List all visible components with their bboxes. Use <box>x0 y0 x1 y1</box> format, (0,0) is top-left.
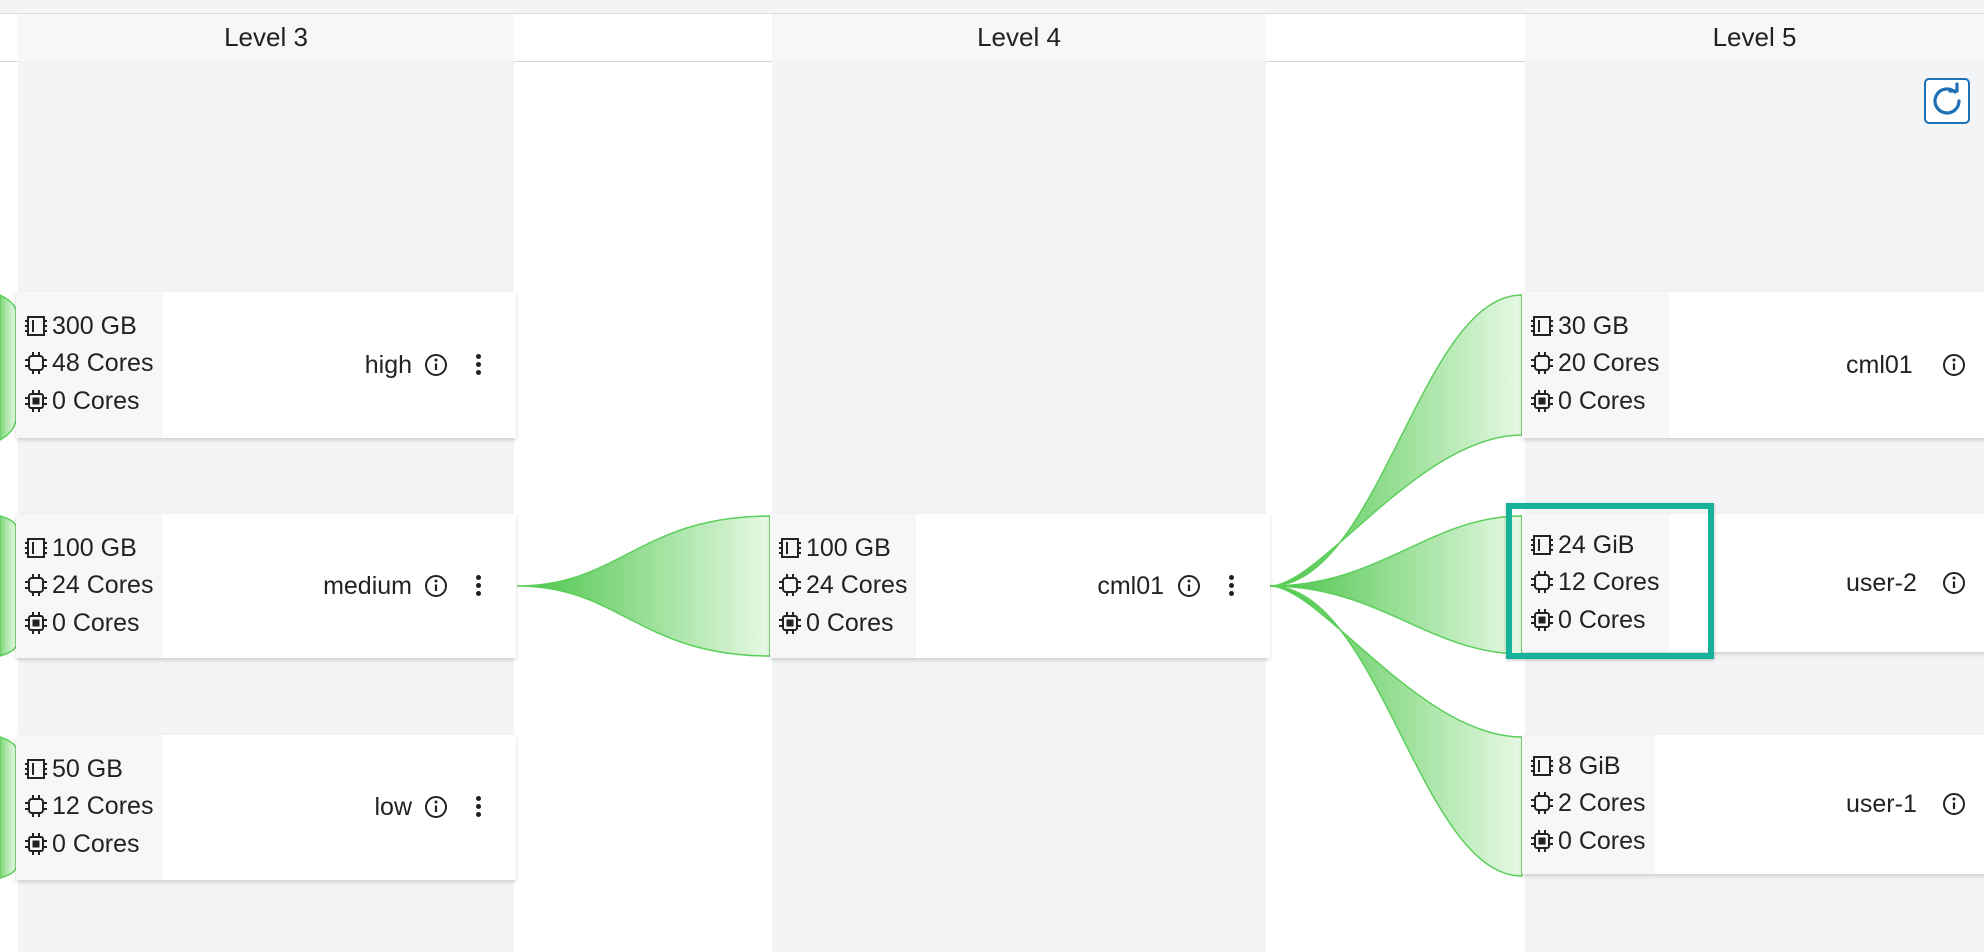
queue-name: user-1 <box>1846 790 1917 818</box>
memory-value: 8 GiB <box>1558 751 1621 780</box>
gpu-icon <box>1530 829 1554 853</box>
queue-card-low[interactable]: 50 GB 12 Cores 0 Cores low <box>16 735 516 880</box>
queue-card-l5-cml01[interactable]: 30 GB 20 Cores 0 Cores cml01 <box>1522 292 1984 438</box>
memory-value: 100 GB <box>806 533 891 562</box>
gpu-value: 0 Cores <box>52 608 140 637</box>
resource-panel: 30 GB 20 Cores 0 Cores <box>1522 292 1669 438</box>
queue-name: cml01 <box>1846 351 1913 379</box>
gpu-value: 0 Cores <box>52 386 140 415</box>
queue-card-cml01[interactable]: 100 GB 24 Cores 0 Cores cml01 <box>770 514 1270 658</box>
kebab-menu-icon[interactable] <box>473 795 483 819</box>
memory-icon <box>1530 314 1554 338</box>
info-icon[interactable] <box>424 574 448 598</box>
memory-icon <box>24 757 48 781</box>
queue-card-user-1[interactable]: 8 GiB 2 Cores 0 Cores user-1 <box>1522 735 1984 874</box>
gpu-icon <box>778 611 802 635</box>
refresh-button[interactable] <box>1924 78 1970 124</box>
gpu-value: 0 Cores <box>1558 826 1646 855</box>
cpu-icon <box>24 794 48 818</box>
info-icon[interactable] <box>1942 353 1966 377</box>
selection-highlight <box>1506 503 1714 659</box>
info-icon[interactable] <box>1942 792 1966 816</box>
cpu-icon <box>1530 791 1554 815</box>
queue-card-medium[interactable]: 100 GB 24 Cores 0 Cores medium <box>16 514 516 658</box>
flow-medium-to-cml01 <box>516 515 771 657</box>
info-icon[interactable] <box>424 795 448 819</box>
flow-to-high <box>0 294 17 441</box>
cpu-icon <box>24 573 48 597</box>
kebab-menu-icon[interactable] <box>473 574 483 598</box>
info-icon[interactable] <box>424 353 448 377</box>
memory-icon <box>1530 754 1554 778</box>
flow-cml01-to-user2 <box>1269 515 1523 655</box>
memory-value: 100 GB <box>52 533 137 562</box>
gpu-value: 0 Cores <box>52 829 140 858</box>
refresh-icon <box>1933 82 1961 115</box>
kebab-menu-icon[interactable] <box>473 353 483 377</box>
resource-panel: 100 GB 24 Cores 0 Cores <box>770 514 916 658</box>
memory-icon <box>24 536 48 560</box>
memory-value: 300 GB <box>52 311 137 340</box>
cpu-value: 2 Cores <box>1558 788 1646 817</box>
kebab-menu-icon[interactable] <box>1226 574 1236 598</box>
gpu-icon <box>1530 389 1554 413</box>
resource-panel: 8 GiB 2 Cores 0 Cores <box>1522 735 1655 874</box>
cpu-icon <box>1530 351 1554 375</box>
queue-name: cml01 <box>1097 572 1164 600</box>
memory-value: 30 GB <box>1558 311 1629 340</box>
queue-name: low <box>374 793 412 821</box>
queue-card-high[interactable]: 300 GB 48 Cores 0 Cores high <box>16 292 516 438</box>
cpu-icon <box>778 573 802 597</box>
gpu-value: 0 Cores <box>1558 386 1646 415</box>
memory-value: 50 GB <box>52 754 123 783</box>
memory-icon <box>778 536 802 560</box>
flow-to-medium <box>0 515 17 657</box>
queue-name: user-2 <box>1846 569 1917 597</box>
info-icon[interactable] <box>1177 574 1201 598</box>
cpu-value: 48 Cores <box>52 348 154 377</box>
memory-icon <box>24 314 48 338</box>
resource-panel: 300 GB 48 Cores 0 Cores <box>16 292 163 438</box>
resource-panel: 100 GB 24 Cores 0 Cores <box>16 514 163 658</box>
gpu-icon <box>24 389 48 413</box>
cpu-value: 20 Cores <box>1558 348 1660 377</box>
cpu-value: 24 Cores <box>806 570 908 599</box>
cpu-value: 24 Cores <box>52 570 154 599</box>
gpu-value: 0 Cores <box>806 608 894 637</box>
queue-name: high <box>364 351 412 379</box>
cpu-icon <box>24 351 48 375</box>
queue-name: medium <box>323 572 412 600</box>
gpu-icon <box>24 611 48 635</box>
info-icon[interactable] <box>1942 571 1966 595</box>
resource-panel: 50 GB 12 Cores 0 Cores <box>16 735 163 880</box>
flow-to-low <box>0 736 17 879</box>
gpu-icon <box>24 832 48 856</box>
cpu-value: 12 Cores <box>52 791 154 820</box>
